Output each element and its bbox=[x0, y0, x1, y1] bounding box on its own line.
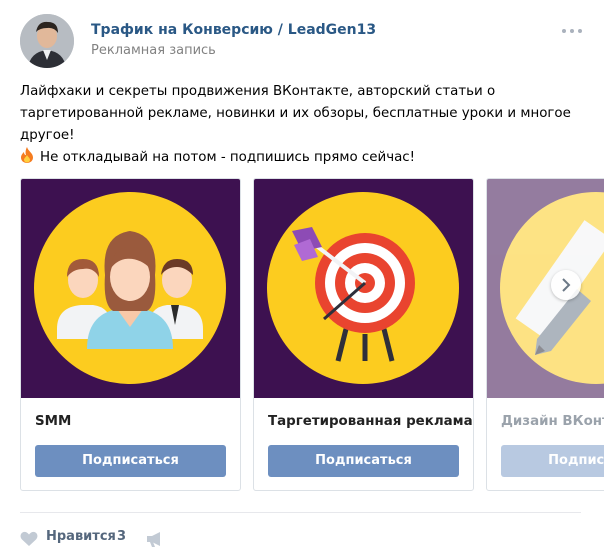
megaphone-icon[interactable] bbox=[146, 531, 164, 547]
card-title: SMM bbox=[35, 414, 72, 429]
post-text-line: таргетированной рекламе, новинки и их об… bbox=[20, 106, 571, 121]
carousel-card-targeting[interactable]: Таргетированная реклама Подписаться bbox=[253, 178, 474, 491]
divider bbox=[20, 512, 581, 513]
fire-emoji-icon bbox=[21, 147, 33, 163]
carousel-card-smm[interactable]: SMM Подписаться bbox=[20, 178, 241, 491]
ad-label: Рекламная запись bbox=[91, 43, 216, 58]
ad-carousel: SMM Подписаться Таргетированная реклама … bbox=[20, 178, 604, 491]
like-count: 3 bbox=[117, 529, 127, 544]
subscribe-button[interactable]: Подписаться bbox=[35, 445, 226, 477]
heart-icon bbox=[20, 531, 38, 546]
pencil-ruler-icon bbox=[487, 179, 604, 398]
post-text-line: другое! bbox=[20, 128, 75, 143]
card-title: Таргетированная реклама bbox=[268, 414, 473, 429]
carousel-card-design[interactable]: Дизайн ВКонтакте Подписаться bbox=[486, 178, 604, 491]
post-text-cta: Не откладывай на потом - подпишись прямо… bbox=[40, 150, 416, 165]
ellipsis-icon[interactable] bbox=[560, 24, 584, 36]
chevron-right-icon[interactable] bbox=[551, 270, 581, 300]
subscribe-button[interactable]: Подписаться bbox=[268, 445, 459, 477]
like-label: Нравится bbox=[46, 529, 116, 544]
post-text-line: Не откладывай на потом - подпишись прямо… bbox=[20, 147, 580, 169]
author-name[interactable]: Трафик на Конверсию / LeadGen13 bbox=[91, 22, 376, 38]
ad-post: Трафик на Конверсию / LeadGen13 Рекламна… bbox=[0, 0, 604, 552]
card-title: Дизайн ВКонтакте bbox=[501, 414, 604, 429]
post-text: Лайфхаки и секреты продвижения ВКонтакте… bbox=[20, 81, 580, 169]
subscribe-button[interactable]: Подписаться bbox=[501, 445, 604, 477]
team-people-icon bbox=[21, 179, 240, 398]
author-avatar[interactable] bbox=[20, 14, 74, 68]
post-text-line: Лайфхаки и секреты продвижения ВКонтакте… bbox=[20, 84, 496, 99]
target-arrow-icon bbox=[254, 179, 473, 398]
